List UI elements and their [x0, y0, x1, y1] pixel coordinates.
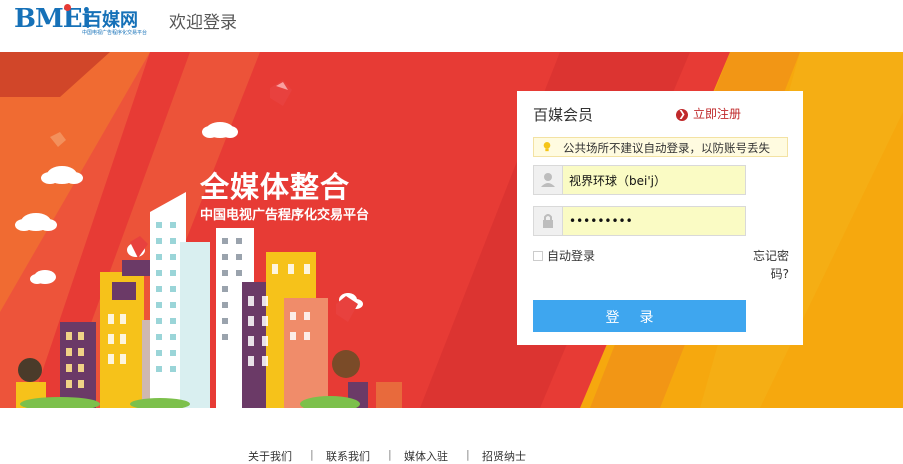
- register-label: 立即注册: [693, 107, 742, 121]
- footer-link-contact[interactable]: 联系我们: [326, 448, 370, 464]
- footer-separator: |: [388, 448, 392, 461]
- username-input[interactable]: [563, 166, 745, 194]
- footer-separator: |: [310, 448, 314, 461]
- login-panel: 百媒会员 ❯ 立即注册 公共场所不建议自动登录，以防账号丢失 视界环球（bei'…: [517, 91, 803, 345]
- arrow-circle-icon: ❯: [676, 109, 688, 121]
- footer-link-jobs[interactable]: 招贤纳士: [482, 448, 526, 464]
- forgot-password-link[interactable]: 忘记密码?: [749, 247, 789, 283]
- auto-login-label: 自动登录: [547, 249, 596, 263]
- login-title: 百媒会员: [533, 106, 594, 124]
- logo-tagline: 中国电视广告程序化交易平台: [82, 30, 148, 36]
- login-button[interactable]: 登录: [533, 300, 746, 332]
- auto-login-checkbox[interactable]: [533, 251, 543, 261]
- lightbulb-icon: [543, 142, 551, 152]
- logo-dot: [64, 4, 71, 11]
- footer-link-media[interactable]: 媒体入驻: [404, 448, 448, 464]
- user-icon: [534, 166, 563, 194]
- footer-link-about[interactable]: 关于我们: [248, 448, 292, 464]
- username-field: [533, 165, 746, 195]
- logo-mark: BMEi: [14, 4, 91, 34]
- security-notice: 公共场所不建议自动登录，以防账号丢失: [533, 137, 788, 157]
- notice-text: 公共场所不建议自动登录，以防账号丢失: [563, 141, 770, 155]
- header: BMEi 百媒网 中国电视广告程序化交易平台 欢迎登录: [0, 0, 903, 52]
- lock-icon: [534, 207, 563, 235]
- password-field: [533, 206, 746, 236]
- register-link[interactable]: ❯ 立即注册: [676, 107, 745, 121]
- page-title: 欢迎登录: [169, 13, 237, 33]
- site-logo[interactable]: BMEi 百媒网 中国电视广告程序化交易平台: [14, 4, 154, 40]
- footer-separator: |: [466, 448, 470, 461]
- banner-subtitle: 中国电视广告程序化交易平台: [200, 208, 370, 223]
- password-input[interactable]: [563, 207, 745, 235]
- banner-slogan: 全媒体整合: [200, 170, 351, 204]
